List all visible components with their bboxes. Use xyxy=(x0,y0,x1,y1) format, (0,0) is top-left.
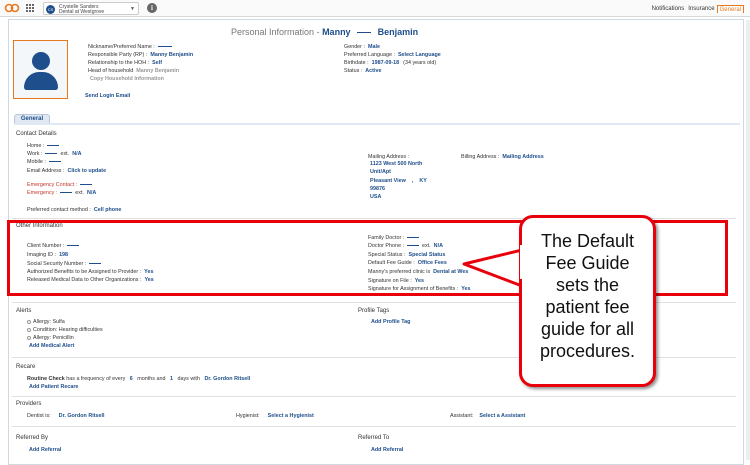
referred-to-heading: Referred To xyxy=(358,435,390,441)
mailing-line-4[interactable]: 99876 xyxy=(370,186,385,192)
add-medical-alert-link[interactable]: Add Medical Alert xyxy=(29,343,74,349)
patient-first-name: Manny xyxy=(322,27,351,37)
recare-item: Routine Check has a frequency of every 6… xyxy=(27,376,251,382)
alerts-heading: Alerts xyxy=(16,308,32,314)
middle-name-blank xyxy=(357,32,372,34)
top-tabs: Notifications Insurance General xyxy=(650,5,744,13)
alert-item[interactable]: Allergy: Sulfa xyxy=(27,319,65,325)
add-patient-recare-link[interactable]: Add Patient Recare xyxy=(29,384,78,390)
avatar: CS xyxy=(46,5,55,14)
mailing-line-3[interactable]: Pleasant View , KY xyxy=(370,178,427,184)
dentist-row: Dentist is: Dr. Gordon Ritsell xyxy=(27,413,105,419)
callout-pointer xyxy=(462,248,524,288)
chevron-down-icon: ▼ xyxy=(130,6,135,12)
alert-item[interactable]: Condition: Hearing difficulties xyxy=(27,327,103,333)
rp-link[interactable]: Manny Benjamin xyxy=(150,52,193,58)
callout-text: The Default Fee Guide sets the patient f… xyxy=(539,231,636,361)
page-title: Personal Information - Manny Benjamin xyxy=(231,27,419,37)
preferred-contact-row: Preferred contact method : Cell phone xyxy=(27,207,122,213)
add-referral-by-link[interactable]: Add Referral xyxy=(29,447,61,453)
providers-heading: Providers xyxy=(16,401,42,407)
alert-item[interactable]: Allergy: Penicillin xyxy=(27,335,74,341)
mailing-line-2[interactable]: Unit/Apt xyxy=(370,169,391,175)
apps-grid-icon[interactable] xyxy=(26,4,34,12)
tab-notifications[interactable]: Notifications xyxy=(650,6,687,13)
office-selector[interactable]: CS Crystelle Sanders Dental at Westgrove… xyxy=(43,2,139,15)
hygienist-row: Hygienist: Select a Hygienist xyxy=(236,413,314,419)
profile-tags-heading: Profile Tags xyxy=(358,308,390,314)
patient-photo[interactable] xyxy=(13,40,68,99)
birthdate-row: Birthdate :1987-09-18 (34 years old) xyxy=(344,60,437,66)
tab-general[interactable]: General xyxy=(716,5,744,13)
work-phone-row: Work : ext. N/A xyxy=(27,151,82,157)
office-name: Dental at Westgrove xyxy=(59,9,105,15)
add-profile-tag-link[interactable]: Add Profile Tag xyxy=(371,319,410,325)
recare-heading: Recare xyxy=(16,364,36,370)
contact-details-heading: Contact Details xyxy=(16,131,57,137)
gender-row: Gender : Male xyxy=(344,44,380,50)
mailing-address-label: Mailing Address : xyxy=(368,154,410,160)
tab-insurance[interactable]: Insurance xyxy=(686,6,716,13)
billing-address-row: Billing Address : Mailing Address xyxy=(461,154,544,160)
language-row: Preferred Language : Select Language xyxy=(344,52,441,58)
add-referral-to-link[interactable]: Add Referral xyxy=(371,447,403,453)
app-logo-icon[interactable] xyxy=(4,2,20,14)
send-login-email-link[interactable]: Send Login Email xyxy=(85,93,130,99)
email-update-link[interactable]: Click to update xyxy=(67,168,106,174)
status-row: Status : Active xyxy=(344,68,382,74)
email-row: Email Address : Click to update xyxy=(27,168,107,174)
mobile-row: Mobile : xyxy=(27,159,61,165)
hoh-row: Head of household Manny Benjamin xyxy=(88,68,180,74)
person-icon xyxy=(32,52,50,70)
emergency-contact-row: Emergency Contact : xyxy=(27,182,93,188)
top-bar: CS Crystelle Sanders Dental at Westgrove… xyxy=(0,0,750,17)
patient-last-name: Benjamin xyxy=(377,27,419,37)
assistant-row: Assistant: Select a Assistant xyxy=(450,413,526,419)
mailing-line-5[interactable]: USA xyxy=(370,194,381,200)
section-divider xyxy=(14,123,740,125)
copy-household-link[interactable]: Copy Household Information xyxy=(90,76,164,82)
mailing-line-1[interactable]: 1123 West 500 North xyxy=(370,161,422,167)
rp-row: Responsible Party (RP) : Manny Benjamin xyxy=(88,52,194,58)
emergency-phone-row: Emergency : ext. N/A xyxy=(27,190,97,196)
referred-by-heading: Referred By xyxy=(16,435,49,441)
home-phone-row: Home : xyxy=(27,143,60,149)
info-icon[interactable]: i xyxy=(147,3,157,13)
nickname-row: Nickname/Preferred Name : xyxy=(88,44,172,50)
scrollbar[interactable] xyxy=(746,20,750,460)
relationship-row: Relationship to the HOH : Self xyxy=(88,60,163,66)
